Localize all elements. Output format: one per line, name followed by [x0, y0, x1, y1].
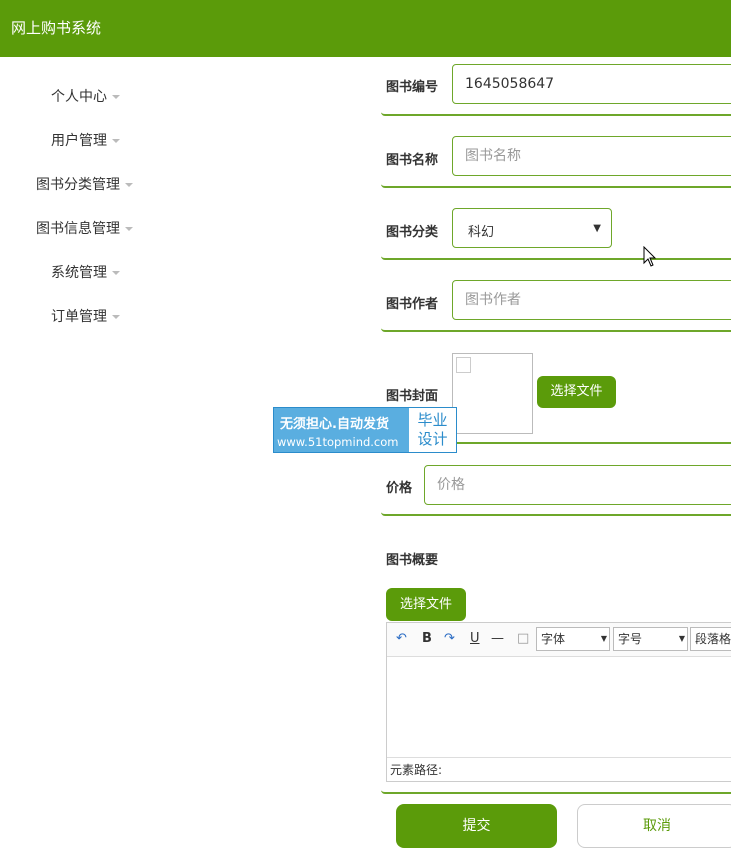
book-author-input[interactable] — [452, 280, 731, 320]
book-author-label: 图书作者 — [386, 297, 439, 312]
summary-choose-file-button[interactable]: 选择文件 — [386, 588, 466, 621]
book-no-label: 图书编号 — [386, 80, 439, 95]
sidebar-item-label: 用户管理 — [51, 133, 107, 149]
paragraph-select-label: 段落格 — [695, 632, 731, 646]
sidebar-item-label: 系统管理 — [51, 265, 107, 281]
submit-button[interactable]: 提交 — [396, 804, 557, 848]
book-category-select[interactable]: 科幻 ▼ — [452, 208, 612, 248]
form-row-summary-bottom — [381, 782, 731, 794]
chevron-down-icon — [125, 227, 133, 231]
font-family-select-label: 字体 — [541, 632, 566, 646]
book-no-input[interactable] — [452, 64, 731, 104]
book-category-selected: 科幻 — [468, 225, 495, 240]
watermark-line1: 无须担心.自动发货 — [280, 417, 389, 432]
top-header: 网上购书系统 — [0, 0, 731, 57]
bold-icon[interactable]: B — [422, 631, 432, 646]
font-size-select-label: 字号 — [618, 632, 643, 646]
price-label: 价格 — [386, 481, 413, 496]
book-cover-label: 图书封面 — [386, 389, 439, 404]
app-title: 网上购书系统 — [11, 19, 102, 37]
book-name-input[interactable] — [452, 136, 731, 176]
sidebar-item-user-management[interactable]: 用户管理 — [51, 130, 120, 152]
undo-icon[interactable]: ↶ — [396, 631, 407, 646]
editor-content-area[interactable] — [387, 658, 731, 758]
chevron-down-icon: ▼ — [600, 634, 607, 643]
document-icon[interactable]: □ — [517, 631, 529, 646]
editor-toolbar: ↶ B ↷ U — □ 字体 ▼ 字号 ▼ 段落格 — [387, 623, 731, 657]
mouse-cursor-icon — [643, 246, 657, 267]
summary-label: 图书概要 — [386, 553, 439, 568]
chevron-down-icon — [112, 315, 120, 319]
chevron-down-icon — [125, 183, 133, 187]
sidebar-item-label: 图书信息管理 — [36, 221, 120, 237]
sidebar: 个人中心 用户管理 图书分类管理 图书信息管理 系统管理 订单管理 — [0, 57, 170, 861]
price-input[interactable] — [424, 465, 731, 505]
broken-image-icon — [456, 357, 471, 373]
chevron-down-icon — [112, 271, 120, 275]
book-category-label: 图书分类 — [386, 225, 439, 240]
sidebar-item-label: 图书分类管理 — [36, 177, 120, 193]
sidebar-item-orders[interactable]: 订单管理 — [51, 306, 120, 328]
sidebar-item-book-category[interactable]: 图书分类管理 — [36, 174, 133, 196]
paragraph-select[interactable]: 段落格 — [690, 627, 731, 651]
horizontal-rule-icon[interactable]: — — [491, 631, 504, 646]
rich-text-editor: ↶ B ↷ U — □ 字体 ▼ 字号 ▼ 段落格 元素路径: — [386, 622, 731, 782]
sidebar-item-label: 订单管理 — [51, 309, 107, 325]
cover-image-preview — [452, 353, 533, 434]
redo-icon[interactable]: ↷ — [444, 631, 455, 646]
book-name-label: 图书名称 — [386, 153, 439, 168]
font-size-select[interactable]: 字号 ▼ — [613, 627, 688, 651]
sidebar-item-label: 个人中心 — [51, 89, 107, 105]
watermark-badge-line1: 毕业 — [417, 411, 448, 429]
font-family-select[interactable]: 字体 ▼ — [536, 627, 610, 651]
watermark-line2: www.51topmind.com — [277, 435, 399, 449]
watermark-side-badge: 毕业 设计 — [409, 408, 456, 452]
sidebar-item-system[interactable]: 系统管理 — [51, 262, 120, 284]
cover-choose-file-button[interactable]: 选择文件 — [537, 376, 616, 408]
watermark-text-block: 无须担心.自动发货 www.51topmind.com — [274, 408, 409, 452]
chevron-down-icon: ▼ — [678, 634, 685, 643]
watermark-badge-line2: 设计 — [417, 430, 448, 448]
cancel-button[interactable]: 取消 — [577, 804, 731, 848]
sidebar-item-book-info[interactable]: 图书信息管理 — [36, 218, 133, 240]
watermark-badge: 无须担心.自动发货 www.51topmind.com 毕业 设计 — [273, 407, 457, 453]
chevron-down-icon — [112, 95, 120, 99]
chevron-down-icon: ▼ — [593, 223, 601, 234]
underline-icon[interactable]: U — [470, 631, 480, 646]
chevron-down-icon — [112, 139, 120, 143]
sidebar-item-personal-center[interactable]: 个人中心 — [51, 86, 120, 108]
editor-status-path: 元素路径: — [387, 757, 731, 781]
